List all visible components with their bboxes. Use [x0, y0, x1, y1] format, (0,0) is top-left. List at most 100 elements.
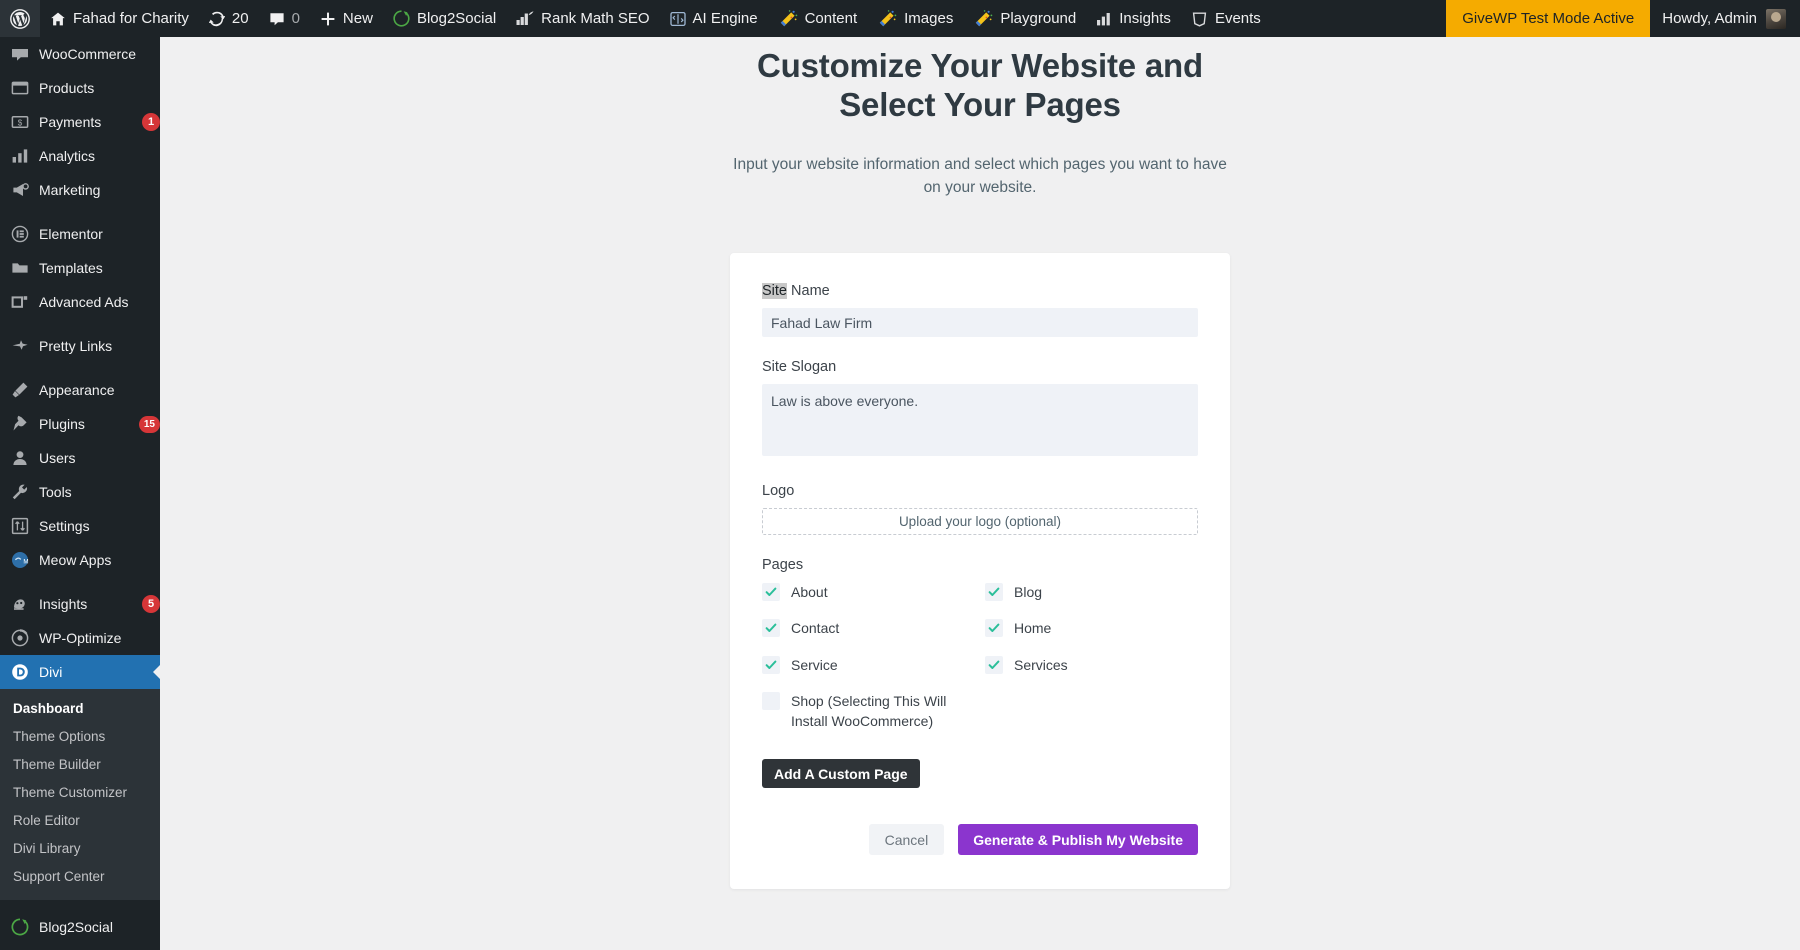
sidebar-item-appearance[interactable]: Appearance [0, 373, 160, 407]
checkbox-checked-icon[interactable] [762, 619, 780, 637]
adminbar-comments[interactable]: 0 [259, 0, 310, 37]
sidebar-item-settings[interactable]: Settings [0, 509, 160, 543]
sidebar-item-elementor[interactable]: Elementor [0, 217, 160, 251]
users-icon [10, 449, 30, 467]
sidebar-item-analytics[interactable]: Analytics [0, 139, 160, 173]
sidebar-item-payments[interactable]: $Payments1 [0, 105, 160, 139]
sidebar-item-label: Meow Apps [39, 552, 160, 568]
sidebar-item-label: Advanced Ads [39, 294, 160, 310]
sidebar-item-label: Payments [39, 114, 129, 130]
adminbar-new-label: New [343, 11, 373, 26]
sidebar-item-label: Plugins [39, 416, 126, 432]
submenu-item-divi-library[interactable]: Divi Library [0, 835, 160, 863]
adminbar-updates[interactable]: 20 [199, 0, 259, 37]
updates-icon [209, 11, 225, 27]
adminbar-insights[interactable]: Insights [1086, 0, 1181, 37]
adminbar-spacer [1271, 0, 1446, 37]
sidebar-item-insights[interactable]: Insights5 [0, 587, 160, 621]
page-checkbox-blog[interactable]: Blog [985, 582, 1198, 602]
submenu-item-role-editor[interactable]: Role Editor [0, 807, 160, 835]
page-checkbox-about[interactable]: About [762, 582, 975, 602]
adminbar-playground[interactable]: Playground [963, 0, 1086, 37]
sidebar-item-tools[interactable]: Tools [0, 475, 160, 509]
adminbar-ai-engine[interactable]: AI Engine [660, 0, 768, 37]
comment-bubble-icon [269, 11, 285, 27]
checkbox-checked-icon[interactable] [985, 619, 1003, 637]
submenu-item-theme-customizer[interactable]: Theme Customizer [0, 779, 160, 807]
sidebar-item-label: Appearance [39, 382, 160, 398]
page-checkbox-home[interactable]: Home [985, 618, 1198, 638]
settings-sliders-icon [10, 517, 30, 535]
givewp-test-mode-notice[interactable]: GiveWP Test Mode Active [1446, 0, 1650, 37]
adminbar-new[interactable]: New [310, 0, 383, 37]
payments-icon: $ [10, 113, 30, 131]
page-checkbox-shop[interactable]: Shop (Selecting This Will Install WooCom… [762, 691, 975, 732]
site-slogan-textarea[interactable] [762, 384, 1198, 456]
submenu-item-theme-builder[interactable]: Theme Builder [0, 751, 160, 779]
adminbar-howdy[interactable]: Howdy, Admin [1650, 0, 1800, 37]
wordpress-logo-icon [10, 9, 30, 29]
checkbox-unchecked-icon[interactable] [762, 692, 780, 710]
sidebar-item-wp-optimize[interactable]: WP-Optimize [0, 621, 160, 655]
adminbar-blog2social-label: Blog2Social [417, 11, 496, 26]
magic-wand-icon [778, 10, 798, 28]
sidebar-item-advanced-ads[interactable]: Advanced Ads [0, 285, 160, 319]
adminbar-images[interactable]: Images [867, 0, 963, 37]
submenu-item-dashboard[interactable]: Dashboard [0, 695, 160, 723]
pages-checkbox-grid: About Blog Contact Home Service Services Shop … [762, 582, 1198, 731]
products-icon [10, 79, 30, 97]
sidebar-item-label: Pretty Links [39, 338, 160, 354]
menu-separator [0, 577, 160, 587]
sidebar-item-label: WooCommerce [39, 46, 160, 62]
sidebar-item-pretty-links[interactable]: Pretty Links [0, 329, 160, 363]
adminbar-events[interactable]: Events [1181, 0, 1271, 37]
sidebar-item-divi[interactable]: Divi [0, 655, 160, 689]
main-content: Customize Your Website and Select Your P… [160, 37, 1800, 950]
adminbar-ai-engine-label: AI Engine [693, 11, 758, 26]
checkbox-checked-icon[interactable] [762, 583, 780, 601]
rank-math-icon [516, 11, 534, 26]
generate-publish-button[interactable]: Generate & Publish My Website [958, 824, 1198, 855]
menu-separator [0, 207, 160, 217]
sidebar-item-blog2social[interactable]: Blog2Social [0, 910, 160, 944]
cancel-button[interactable]: Cancel [869, 824, 945, 855]
meow-apps-icon: M [10, 551, 30, 569]
submenu-item-theme-options[interactable]: Theme Options [0, 723, 160, 751]
add-custom-page-button[interactable]: Add A Custom Page [762, 759, 920, 788]
sidebar-item-users[interactable]: Users [0, 441, 160, 475]
menu-separator [0, 319, 160, 329]
site-name-label-selected: Site [762, 283, 787, 299]
sidebar-item-templates[interactable]: Templates [0, 251, 160, 285]
adminbar-rank-math[interactable]: Rank Math SEO [506, 0, 659, 37]
checkbox-checked-icon[interactable] [985, 583, 1003, 601]
adminbar-blog2social[interactable]: Blog2Social [383, 0, 506, 37]
checkbox-checked-icon[interactable] [762, 656, 780, 674]
sidebar-item-marketing[interactable]: Marketing [0, 173, 160, 207]
page-checkbox-contact[interactable]: Contact [762, 618, 975, 638]
logo-upload-button[interactable]: Upload your logo (optional) [762, 508, 1198, 535]
page-header: Customize Your Website and Select Your P… [160, 37, 1800, 199]
adminbar-content[interactable]: Content [768, 0, 868, 37]
pages-field-group: Pages AboutBlogContactHomeServiceService… [762, 557, 1198, 731]
sidebar-item-products[interactable]: Products [0, 71, 160, 105]
page-checkbox-services[interactable]: Services [985, 655, 1198, 675]
adminbar-events-label: Events [1215, 11, 1261, 26]
sidebar-item-plugins[interactable]: Plugins15 [0, 407, 160, 441]
submenu-item-support-center[interactable]: Support Center [0, 863, 160, 891]
adminbar-site-name[interactable]: Fahad for Charity [40, 0, 199, 37]
admin-bar: Fahad for Charity 20 0 New Blog2Social R… [0, 0, 1800, 37]
sidebar-item-label: Products [39, 80, 160, 96]
page-checkbox-service[interactable]: Service [762, 655, 975, 675]
page-checkbox-label: Contact [791, 618, 839, 638]
menu-separator [0, 944, 160, 950]
checkbox-checked-icon[interactable] [985, 656, 1003, 674]
sidebar-item-woocommerce[interactable]: WooCommerce [0, 37, 160, 71]
sidebar-item-meow-apps[interactable]: M Meow Apps [0, 543, 160, 577]
tools-wrench-icon [10, 483, 30, 501]
adminbar-wp-logo[interactable] [0, 0, 40, 37]
divi-icon [10, 663, 30, 681]
site-name-input[interactable] [762, 308, 1198, 337]
sidebar-item-label: Users [39, 450, 160, 466]
analytics-icon [10, 147, 30, 165]
site-name-field-group: Site Name [762, 283, 1198, 337]
